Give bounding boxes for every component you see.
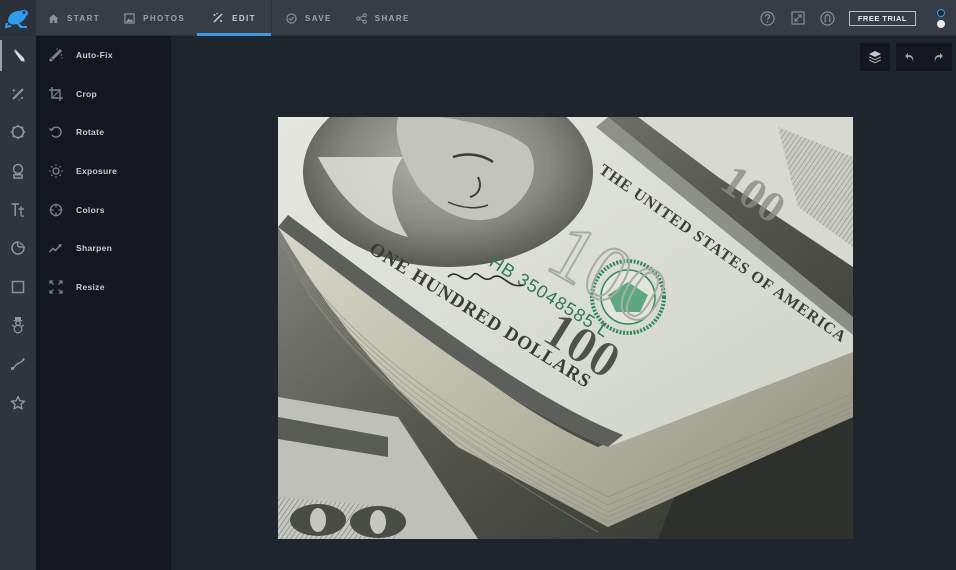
submenu-crop-label: Crop [76,88,98,99]
theme-toggle[interactable] [930,8,952,28]
submenu-resize-label: Resize [76,281,105,292]
submenu-rotate-label: Rotate [76,127,105,138]
text-icon [11,202,25,217]
rail-seasonal[interactable] [0,306,36,345]
submenu-exposure[interactable]: Exposure [36,152,171,191]
submenu-crop[interactable]: Crop [36,75,171,114]
top-bar: START PHOTOS EDIT SAVE SHARE FREE TRIAL [0,0,956,36]
fullscreen-icon [791,11,805,25]
check-circle-icon [286,12,297,24]
home-icon [48,13,59,23]
rail-basic-edits[interactable] [0,36,40,75]
layers-button[interactable] [860,43,890,71]
nav-edit-label: EDIT [232,13,256,23]
submenu-exposure-label: Exposure [76,166,118,177]
star-icon [10,395,26,410]
logo[interactable] [0,0,36,36]
dark-theme-dot[interactable] [937,8,945,17]
nav-photos[interactable]: PHOTOS [112,0,197,36]
rail-borders[interactable] [0,268,36,307]
frog-logo-icon [5,9,29,29]
account-icon [820,10,835,26]
submenu-resize[interactable]: Resize [36,268,171,307]
history-box [896,43,952,71]
light-theme-dot[interactable] [937,19,945,28]
nav-share-label: SHARE [374,13,410,23]
nav-save-label: SAVE [304,13,332,23]
free-trial-button[interactable]: FREE TRIAL [848,10,916,26]
submenu-colors-label: Colors [76,204,105,215]
nav-start-label: START [67,13,101,23]
auto-fix-icon [48,47,64,63]
sticker-icon [11,241,25,256]
redo-button[interactable] [924,43,952,71]
editor-canvas: ONE HUNDRED DOLLARS 100 THE UNITED STATE… [171,36,956,570]
portrait-icon [12,163,24,179]
colors-icon [48,202,64,218]
gear-frame-icon [10,125,26,140]
rail-text[interactable] [0,190,36,229]
canvas-toolbar [860,43,952,71]
nav-share[interactable]: SHARE [344,0,422,36]
square-icon [11,280,25,294]
magic-wand-icon [11,88,24,101]
exposure-icon [48,163,64,179]
nav-save[interactable]: SAVE [272,0,344,36]
submenu-sharpen-label: Sharpen [76,243,113,254]
edit-submenu: Auto-Fix Crop Rotate Exposure Colors Sha… [36,36,171,570]
rail-touch-up[interactable] [0,152,36,191]
submenu-colors[interactable]: Colors [36,190,171,229]
sharpen-icon [48,240,64,256]
top-right-tools: FREE TRIAL [753,0,956,36]
rotate-icon [48,124,64,140]
submenu-auto-fix[interactable]: Auto-Fix [36,36,171,75]
photo-preview[interactable]: ONE HUNDRED DOLLARS 100 THE UNITED STATE… [278,117,853,539]
crop-icon [48,86,64,102]
main-nav: START PHOTOS EDIT SAVE SHARE [36,0,422,36]
submenu-auto-fix-label: Auto-Fix [76,50,113,61]
tool-category-rail [0,36,40,570]
help-icon [760,10,775,26]
share-icon [355,12,367,24]
rail-overlays[interactable] [0,229,36,268]
account-button[interactable] [813,0,843,36]
layers-box [860,43,890,71]
nav-photos-label: PHOTOS [143,13,186,23]
rail-favorites[interactable] [0,383,36,422]
photo-editor-app: START PHOTOS EDIT SAVE SHARE FREE TRIAL … [0,0,956,570]
rail-draw[interactable] [0,345,36,384]
nav-edit[interactable]: EDIT [197,0,271,36]
pencil-icon [13,49,25,62]
money-stack-photo: ONE HUNDRED DOLLARS 100 THE UNITED STATE… [278,117,853,539]
submenu-sharpen[interactable]: Sharpen [36,229,171,268]
fullscreen-button[interactable] [783,0,813,36]
resize-icon [48,279,64,295]
help-button[interactable] [753,0,783,36]
magic-wand-icon [213,12,223,23]
rail-effects[interactable] [0,75,36,114]
undo-button[interactable] [896,43,924,71]
layers-icon [869,51,881,64]
submenu-rotate[interactable]: Rotate [36,113,171,152]
nav-start[interactable]: START [36,0,112,36]
brush-stroke-icon [10,358,25,371]
image-icon [124,12,135,24]
redo-icon [934,53,943,62]
undo-icon [905,53,914,62]
snowman-icon [11,317,25,334]
rail-frames[interactable] [0,113,36,152]
